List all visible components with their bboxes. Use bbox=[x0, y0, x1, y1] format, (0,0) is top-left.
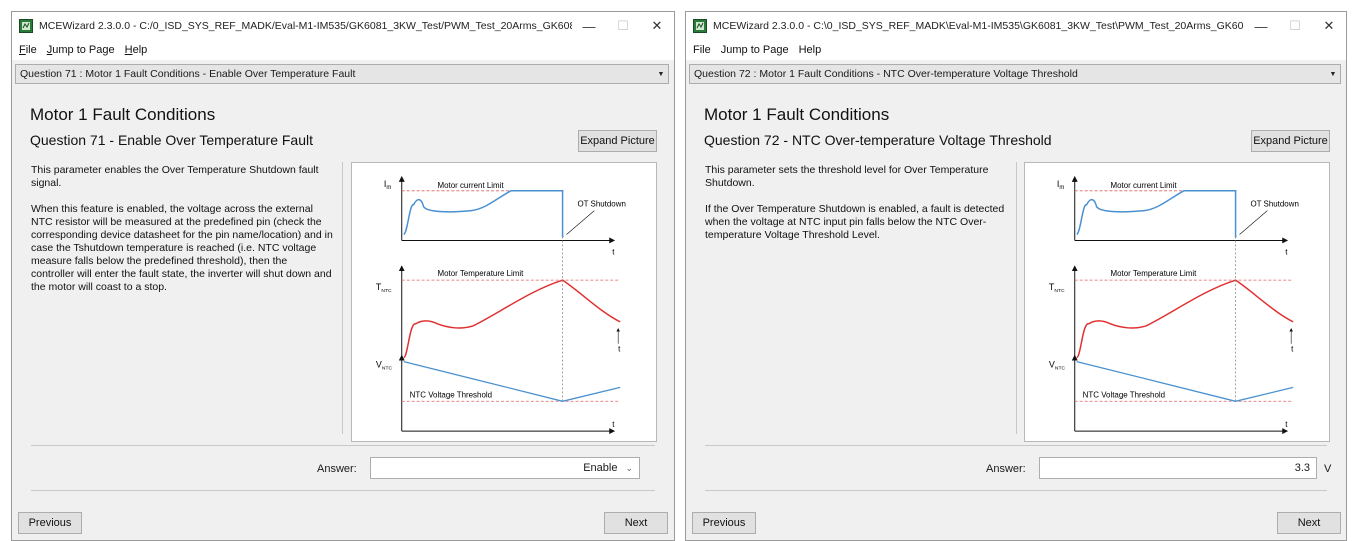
menu-bar: File Jump to Page Help bbox=[12, 40, 674, 60]
app-icon bbox=[693, 19, 707, 33]
answer-label: Answer: bbox=[986, 463, 1026, 475]
temperature-limit-label: Motor Temperature Limit bbox=[1110, 269, 1197, 278]
expand-picture-button[interactable]: Expand Picture bbox=[1251, 130, 1330, 152]
current-axis-label: Im bbox=[1057, 179, 1064, 191]
ot-shutdown-label: OT Shutdown bbox=[577, 200, 625, 209]
question-select[interactable]: Question 71 : Motor 1 Fault Conditions -… bbox=[15, 64, 669, 84]
divider bbox=[31, 490, 655, 491]
temperature-curve bbox=[1075, 279, 1294, 359]
description-paragraph: When this feature is enabled, the voltag… bbox=[31, 203, 333, 293]
minimize-icon[interactable]: — bbox=[1244, 12, 1278, 40]
divider bbox=[1016, 162, 1017, 434]
ot-shutdown-pointer bbox=[566, 210, 595, 235]
chevron-down-icon[interactable]: ▼ bbox=[654, 71, 668, 78]
temperature-t-label: t bbox=[1291, 345, 1294, 354]
current-t-label: t bbox=[612, 247, 615, 256]
section-title: Motor 1 Fault Conditions bbox=[704, 105, 890, 124]
description-paragraph: This parameter sets the threshold level … bbox=[705, 164, 989, 189]
answer-label: Answer: bbox=[317, 463, 357, 475]
voltage-t-label: t bbox=[612, 420, 615, 429]
next-button[interactable]: Next bbox=[1277, 512, 1341, 534]
window-title: MCEWizard 2.3.0.0 - C:\0_ISD_SYS_REF_MAD… bbox=[713, 20, 1244, 32]
current-limit-label: Motor current Limit bbox=[1110, 181, 1177, 190]
close-icon[interactable]: ✕ bbox=[1312, 12, 1346, 40]
close-icon[interactable]: ✕ bbox=[640, 12, 674, 40]
description-paragraph: This parameter enables the Over Temperat… bbox=[31, 164, 319, 189]
divider bbox=[342, 162, 343, 434]
question-select[interactable]: Question 72 : Motor 1 Fault Conditions -… bbox=[689, 64, 1341, 84]
divider bbox=[705, 490, 1327, 491]
menu-help[interactable]: Help bbox=[120, 44, 153, 56]
ot-shutdown-label: OT Shutdown bbox=[1250, 200, 1298, 209]
menu-jump-to-page[interactable]: Jump to Page bbox=[42, 44, 120, 56]
current-t-label: t bbox=[1285, 247, 1288, 256]
temperature-curve bbox=[402, 279, 621, 359]
previous-button[interactable]: Previous bbox=[692, 512, 756, 534]
wizard-window-question-72: MCEWizard 2.3.0.0 - C:\0_ISD_SYS_REF_MAD… bbox=[685, 11, 1347, 541]
question-select-value: Question 71 : Motor 1 Fault Conditions -… bbox=[20, 68, 356, 80]
fault-diagram: Im t Motor current Limit OT Shutdown TNT… bbox=[351, 162, 657, 442]
voltage-t-label: t bbox=[1285, 420, 1288, 429]
window-title: MCEWizard 2.3.0.0 - C:/0_ISD_SYS_REF_MAD… bbox=[39, 20, 572, 32]
question-select-value: Question 72 : Motor 1 Fault Conditions -… bbox=[694, 68, 1078, 80]
question-title: Question 71 - Enable Over Temperature Fa… bbox=[30, 132, 314, 148]
ntc-threshold-label: NTC Voltage Threshold bbox=[1083, 390, 1165, 399]
title-bar[interactable]: MCEWizard 2.3.0.0 - C:/0_ISD_SYS_REF_MAD… bbox=[12, 12, 674, 40]
menu-file[interactable]: File bbox=[688, 44, 716, 56]
temperature-t-label: t bbox=[618, 345, 621, 354]
current-curve bbox=[1076, 190, 1237, 238]
temperature-axis-label: TNTC bbox=[376, 282, 392, 294]
temperature-limit-label: Motor Temperature Limit bbox=[437, 269, 524, 278]
maximize-icon: ☐ bbox=[1289, 18, 1301, 33]
current-axis-label: Im bbox=[384, 179, 391, 191]
chevron-down-icon[interactable]: ▼ bbox=[1326, 71, 1340, 78]
next-button[interactable]: Next bbox=[604, 512, 668, 534]
ot-shutdown-pointer bbox=[1239, 210, 1268, 235]
voltage-axis-label: VNTC bbox=[376, 360, 393, 372]
chevron-down-icon: ⌄ bbox=[625, 462, 633, 473]
app-icon bbox=[19, 19, 33, 33]
temperature-axis-label: TNTC bbox=[1049, 282, 1065, 294]
menu-file[interactable]: File bbox=[14, 44, 42, 56]
menu-help[interactable]: Help bbox=[794, 44, 827, 56]
menu-jump-to-page[interactable]: Jump to Page bbox=[716, 44, 794, 56]
description-paragraph: If the Over Temperature Shutdown is enab… bbox=[705, 203, 1005, 241]
question-title: Question 72 - NTC Over-temperature Volta… bbox=[704, 132, 1052, 148]
question-description: This parameter sets the threshold level … bbox=[705, 164, 1007, 255]
answer-dropdown[interactable]: Enable ⌄ bbox=[370, 457, 640, 479]
answer-unit: V bbox=[1324, 463, 1332, 475]
answer-input[interactable]: 3.3 bbox=[1039, 457, 1317, 479]
answer-value: Enable bbox=[583, 462, 618, 474]
previous-button[interactable]: Previous bbox=[18, 512, 82, 534]
ntc-threshold-label: NTC Voltage Threshold bbox=[410, 390, 492, 399]
divider bbox=[705, 445, 1327, 446]
fault-diagram: Im t Motor current Limit OT Shutdown TNT… bbox=[1024, 162, 1330, 442]
voltage-axis-label: VNTC bbox=[1049, 360, 1066, 372]
current-curve bbox=[403, 190, 564, 238]
title-bar[interactable]: MCEWizard 2.3.0.0 - C:\0_ISD_SYS_REF_MAD… bbox=[686, 12, 1346, 40]
menu-bar: File Jump to Page Help bbox=[686, 40, 1346, 60]
expand-picture-button[interactable]: Expand Picture bbox=[578, 130, 657, 152]
question-description: This parameter enables the Over Temperat… bbox=[31, 164, 333, 307]
current-limit-label: Motor current Limit bbox=[437, 181, 504, 190]
maximize-icon: ☐ bbox=[617, 18, 629, 33]
divider bbox=[31, 445, 655, 446]
minimize-icon[interactable]: — bbox=[572, 12, 606, 40]
wizard-window-question-71: MCEWizard 2.3.0.0 - C:/0_ISD_SYS_REF_MAD… bbox=[11, 11, 675, 541]
section-title: Motor 1 Fault Conditions bbox=[30, 105, 216, 124]
